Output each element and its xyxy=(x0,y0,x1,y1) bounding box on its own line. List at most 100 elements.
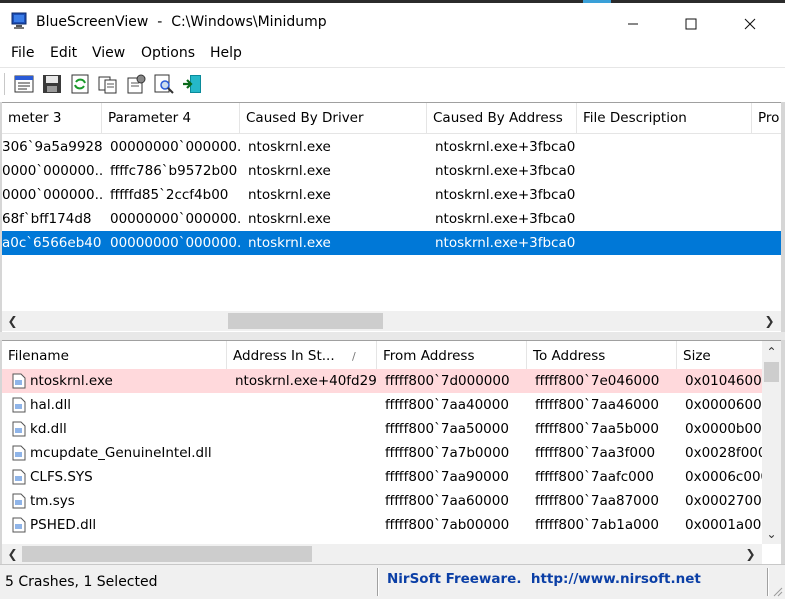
close-button[interactable] xyxy=(721,6,779,42)
crash-list-horizontal-scrollbar[interactable]: ❮ ❯ xyxy=(2,311,781,331)
cell-size: 0x0001a000 xyxy=(685,517,762,533)
find-icon[interactable] xyxy=(153,73,175,95)
cell-address-in-stack xyxy=(229,393,377,417)
cell-to-address: fffff800`7aa46000 xyxy=(535,397,659,413)
window-title: BlueScreenView - C:\Windows\Minidump xyxy=(36,14,327,30)
driver-row-highlighted[interactable]: ntoskrnl.exe ntoskrnl.exe+40fd29 fffff80… xyxy=(2,369,762,393)
cell-parameter-4: 00000000`000000... xyxy=(110,235,240,251)
menu-options[interactable]: Options xyxy=(140,45,196,61)
cell-parameter-3: 68f`bff174d8 xyxy=(2,211,92,227)
column-header-product-name[interactable]: Pro xyxy=(752,103,781,134)
resize-grip-icon[interactable] xyxy=(771,585,783,597)
scroll-left-icon[interactable]: ❮ xyxy=(4,311,21,331)
cell-size: 0x01046000 xyxy=(685,373,762,389)
cell-size: 0x0000b000 xyxy=(685,421,762,437)
crash-row-selected[interactable]: a0c`6566eb40 00000000`000000... ntoskrnl… xyxy=(2,231,781,255)
column-header-caused-by-address[interactable]: Caused By Address xyxy=(427,103,577,134)
maximize-button[interactable] xyxy=(662,6,720,42)
cell-from-address: fffff800`7aa40000 xyxy=(385,397,509,413)
cell-parameter-4: ffffc786`b9572b00 xyxy=(110,163,238,179)
column-header-address-in-stack[interactable]: Address In St... / xyxy=(227,341,377,372)
copy-icon[interactable] xyxy=(97,73,119,95)
save-icon[interactable] xyxy=(41,73,63,95)
scroll-left-icon[interactable]: ❮ xyxy=(4,544,21,564)
cell-size: 0x0028f000 xyxy=(685,445,762,461)
column-header-parameter-3[interactable]: meter 3 xyxy=(2,103,102,134)
minimize-button[interactable] xyxy=(604,6,662,42)
crash-list[interactable]: meter 3 Parameter 4 Caused By Driver Cau… xyxy=(2,102,781,332)
status-separator xyxy=(377,568,379,596)
driver-row[interactable]: hal.dll fffff800`7aa40000 fffff800`7aa46… xyxy=(2,393,762,417)
scrollbar-thumb[interactable] xyxy=(22,546,312,562)
menu-view[interactable]: View xyxy=(91,45,126,61)
cell-to-address: fffff800`7aa3f000 xyxy=(535,445,656,461)
cell-filename: mcupdate_GenuineIntel.dll xyxy=(30,445,212,461)
driver-row[interactable]: tm.sys fffff800`7aa60000 fffff800`7aa870… xyxy=(2,489,762,513)
crash-row[interactable]: 0000`000000... fffffd85`2ccf4b00 ntoskrn… xyxy=(2,183,781,207)
driver-row[interactable]: kd.dll fffff800`7aa50000 fffff800`7aa5b0… xyxy=(2,417,762,441)
cell-to-address: fffff800`7aafc000 xyxy=(535,469,654,485)
cell-caused-by-driver: ntoskrnl.exe xyxy=(248,163,331,179)
column-header-to-address[interactable]: To Address xyxy=(527,341,677,372)
column-header-parameter-4[interactable]: Parameter 4 xyxy=(102,103,240,134)
exit-icon[interactable] xyxy=(181,73,203,95)
crash-row[interactable]: 0000`000000... ffffc786`b9572b00 ntoskrn… xyxy=(2,159,781,183)
cell-to-address: fffff800`7ab1a000 xyxy=(535,517,659,533)
column-header-filename[interactable]: Filename xyxy=(2,341,227,372)
cell-size: 0x0006c000 xyxy=(685,469,762,485)
menu-edit[interactable]: Edit xyxy=(49,45,78,61)
cell-caused-by-driver: ntoskrnl.exe xyxy=(248,211,331,227)
properties-list-icon[interactable] xyxy=(13,73,35,95)
cell-address-in-stack xyxy=(229,489,377,513)
cell-parameter-3: 306`9a5a9928 xyxy=(2,139,102,155)
cell-size: 0x00006000 xyxy=(685,397,762,413)
crash-row[interactable]: 306`9a5a9928 00000000`000000... ntoskrnl… xyxy=(2,135,781,159)
minimize-icon xyxy=(628,23,638,25)
driver-row[interactable]: mcupdate_GenuineIntel.dll fffff800`7a7b0… xyxy=(2,441,762,465)
cell-parameter-4: fffffd85`2ccf4b00 xyxy=(110,187,229,203)
crash-row[interactable]: 68f`bff174d8 00000000`000000... ntoskrnl… xyxy=(2,207,781,231)
status-separator xyxy=(767,568,769,596)
cell-caused-by-driver: ntoskrnl.exe xyxy=(248,235,331,251)
cell-address-in-stack xyxy=(229,441,377,465)
column-header-size[interactable]: Size xyxy=(677,341,762,372)
toolbar xyxy=(0,67,785,100)
cell-from-address: fffff800`7ab00000 xyxy=(385,517,510,533)
title-bar: BlueScreenView - C:\Windows\Minidump xyxy=(0,3,785,42)
driver-row[interactable]: PSHED.dll fffff800`7ab00000 fffff800`7ab… xyxy=(2,513,762,537)
menu-help[interactable]: Help xyxy=(209,45,243,61)
cell-from-address: fffff800`7aa90000 xyxy=(385,469,509,485)
column-header-caused-by-driver[interactable]: Caused By Driver xyxy=(240,103,427,134)
maximize-icon xyxy=(685,18,697,30)
scrollbar-thumb[interactable] xyxy=(228,313,383,329)
scroll-right-icon[interactable]: ❯ xyxy=(742,544,759,564)
driver-list-vertical-scrollbar[interactable]: ⌃ ⌄ xyxy=(762,341,781,544)
cell-caused-by-address: ntoskrnl.exe+3fbca0 xyxy=(435,187,576,203)
status-bar: 5 Crashes, 1 Selected NirSoft Freeware. … xyxy=(0,564,785,599)
pane-splitter[interactable] xyxy=(0,332,785,340)
cell-to-address: fffff800`7aa87000 xyxy=(535,493,659,509)
nirsoft-link[interactable]: NirSoft Freeware. http://www.nirsoft.net xyxy=(387,571,701,587)
cell-address-in-stack xyxy=(229,417,377,441)
driver-list-horizontal-scrollbar[interactable]: ❮ ❯ xyxy=(2,544,762,564)
address-in-stack-label: Address In St... xyxy=(233,348,335,364)
menu-file[interactable]: File xyxy=(10,45,35,61)
cell-address-in-stack: ntoskrnl.exe+40fd29 xyxy=(235,373,377,389)
cell-caused-by-address: ntoskrnl.exe+3fbca0 xyxy=(435,235,576,251)
driver-row[interactable]: CLFS.SYS fffff800`7aa90000 fffff800`7aaf… xyxy=(2,465,762,489)
scroll-down-icon[interactable]: ⌄ xyxy=(762,525,781,542)
scroll-right-icon[interactable]: ❯ xyxy=(761,311,778,331)
cell-parameter-3: a0c`6566eb40 xyxy=(2,235,102,251)
cell-filename: CLFS.SYS xyxy=(30,469,93,485)
cell-parameter-3: 0000`000000... xyxy=(2,163,102,179)
cell-caused-by-address: ntoskrnl.exe+3fbca0 xyxy=(435,163,576,179)
cell-parameter-4: 00000000`000000... xyxy=(110,139,240,155)
driver-list[interactable]: Filename Address In St... / From Address… xyxy=(2,340,781,564)
cell-address-in-stack xyxy=(229,513,377,537)
column-header-file-description[interactable]: File Description xyxy=(577,103,752,134)
refresh-icon[interactable] xyxy=(69,73,91,95)
column-header-from-address[interactable]: From Address xyxy=(377,341,527,372)
scroll-up-icon[interactable]: ⌃ xyxy=(762,343,781,360)
advanced-options-icon[interactable] xyxy=(125,73,147,95)
scrollbar-thumb[interactable] xyxy=(764,362,779,382)
